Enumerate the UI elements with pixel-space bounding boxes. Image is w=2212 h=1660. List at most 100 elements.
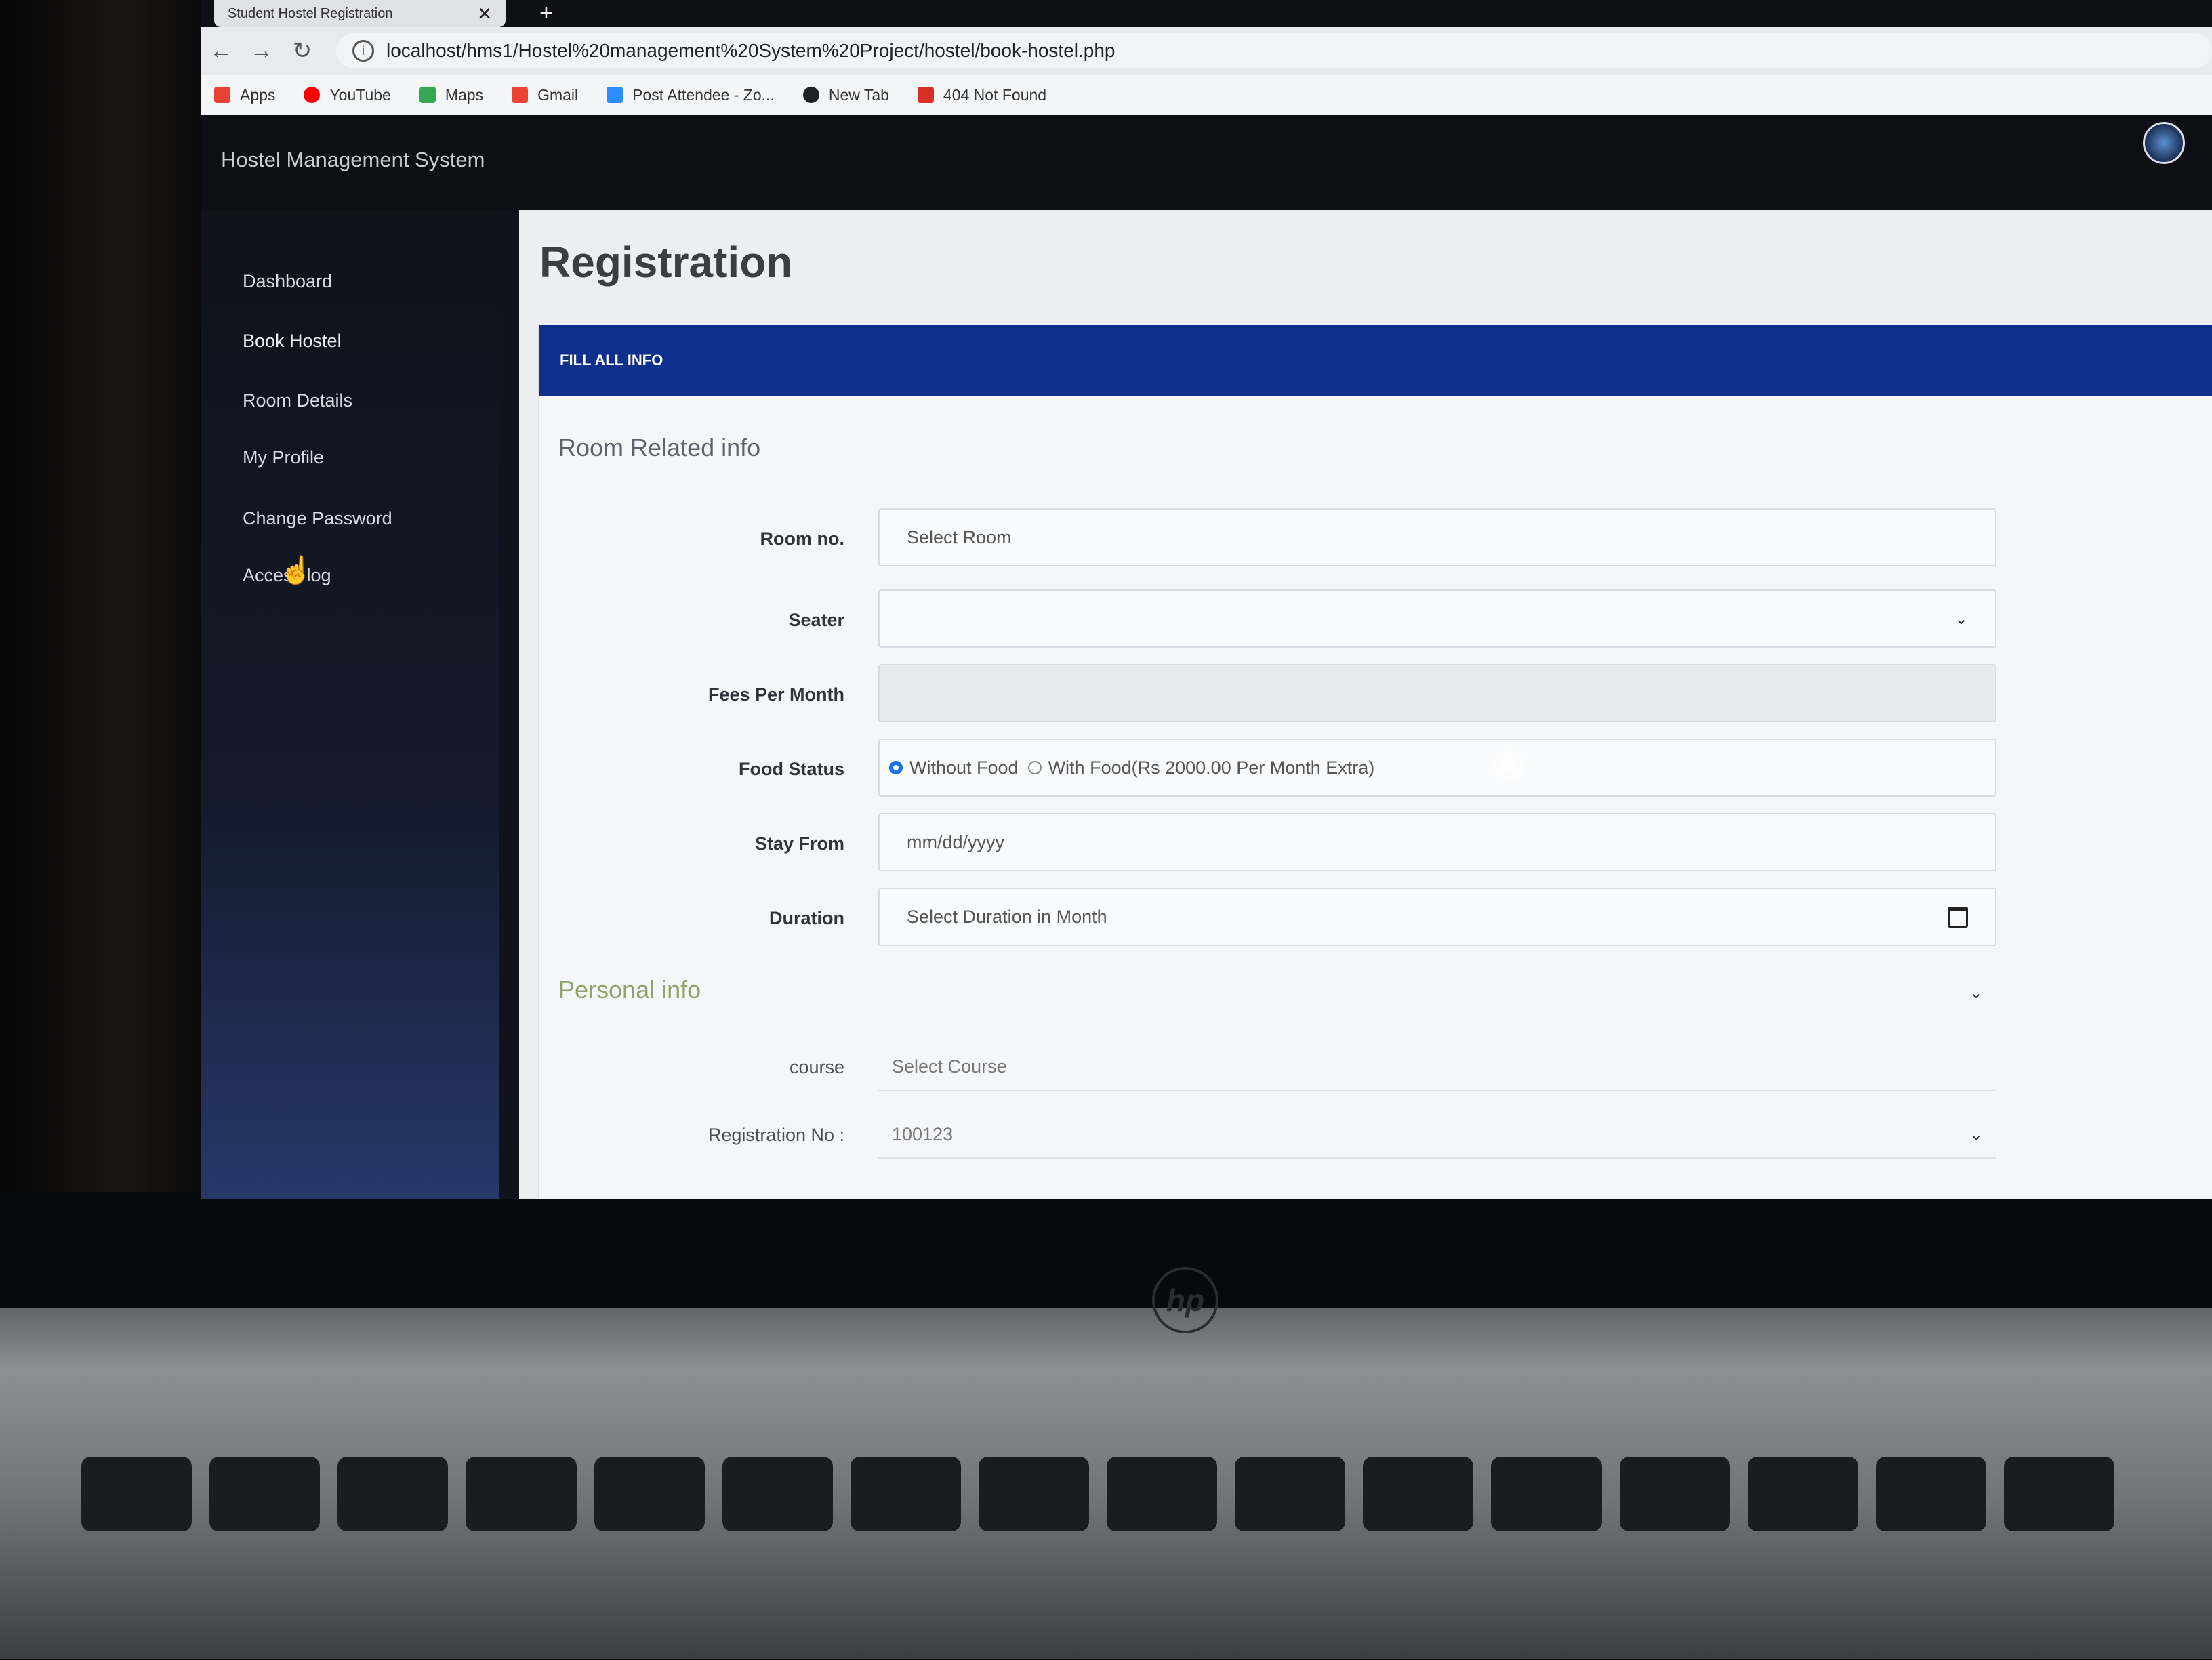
bookmark-gmail[interactable]: Gmail	[512, 86, 578, 104]
error-page-icon	[917, 87, 934, 103]
bookmark-zoom[interactable]: Post Attendee - Zo...	[607, 86, 775, 104]
bookmark-youtube[interactable]: YouTube	[304, 85, 391, 104]
with-food-option[interactable]: With Food(Rs 2000.00 Per Month Extra)	[1027, 757, 1375, 779]
panel-heading: FILL ALL INFO	[539, 325, 2212, 396]
course-label: course	[789, 1057, 844, 1077]
stay-from-label: Stay From	[754, 833, 844, 854]
stay-from-placeholder: mm/dd/yyyy	[907, 831, 1005, 852]
back-arrow-icon[interactable]: ←	[201, 38, 241, 64]
room-no-label: Room no.	[760, 528, 844, 549]
without-food-option[interactable]: Without Food	[889, 758, 1019, 779]
duration-value: Select Duration in Month	[907, 906, 1107, 927]
user-avatar[interactable]	[2143, 122, 2185, 164]
browser-toolbar: ← → ↻ i localhost/hms1/Hostel%20manageme…	[201, 27, 2212, 75]
key	[209, 1457, 321, 1531]
reg-no-label: Registration No :	[708, 1125, 844, 1145]
laptop-bezel-left	[0, 0, 203, 1287]
duration-label: Duration	[769, 908, 844, 928]
calendar-icon[interactable]	[1948, 906, 1968, 928]
apps-icon	[214, 87, 230, 103]
chevron-down-icon: ⌄	[1969, 1125, 1983, 1144]
with-food-radio[interactable]	[1027, 761, 1042, 774]
bookmarks-bar: Apps YouTube Maps Gmail Post Attendee - …	[201, 75, 2212, 115]
info-icon[interactable]: i	[352, 40, 374, 62]
key	[1747, 1457, 1858, 1531]
bookmark-label: Maps	[445, 85, 484, 104]
course-value: Select Course	[892, 1056, 1007, 1077]
room-section-title: Room Related info	[558, 434, 761, 461]
key	[1107, 1457, 1218, 1531]
maps-icon	[419, 87, 436, 103]
bookmark-label: Apps	[240, 85, 276, 104]
personal-chevron[interactable]: ⌄	[1929, 969, 1996, 1016]
key	[1491, 1457, 1602, 1531]
fees-input[interactable]	[878, 664, 1996, 722]
address-bar[interactable]: i localhost/hms1/Hostel%20management%20S…	[336, 33, 2212, 68]
without-food-label: Without Food	[909, 757, 1019, 778]
key	[1619, 1457, 1730, 1531]
personal-section-title: Personal info	[558, 976, 701, 1003]
sidebar-item-room-details[interactable]: Room Details	[243, 390, 352, 411]
laptop-hinge	[0, 1192, 2212, 1308]
course-select[interactable]: Select Course	[878, 1043, 1996, 1091]
food-status-group: Without Food With Food(Rs 2000.00 Per Mo…	[878, 739, 1996, 797]
reg-no-value: 100123	[892, 1123, 954, 1144]
reload-icon[interactable]: ↻	[282, 37, 323, 64]
room-no-value: Select Room	[907, 526, 1012, 547]
hand-cursor-icon: ☝	[279, 556, 313, 585]
sidebar-item-change-password[interactable]: Change Password	[243, 508, 392, 529]
bookmark-maps[interactable]: Maps	[419, 86, 483, 104]
sidebar-item-dashboard[interactable]: Dashboard	[243, 271, 332, 292]
chevron-down-icon: ⌄	[1954, 609, 1968, 628]
food-status-label: Food Status	[739, 759, 844, 779]
main-content: Registration FILL ALL INFO Room Related …	[519, 210, 2212, 1199]
stay-from-input[interactable]: mm/dd/yyyy	[878, 813, 1996, 871]
key	[2003, 1457, 2114, 1531]
fees-label: Fees Per Month	[708, 684, 844, 705]
sidebar: Dashboard Book Hostel Room Details My Pr…	[201, 210, 499, 1199]
bookmark-new-tab[interactable]: New Tab	[802, 85, 889, 104]
chevron-down-icon: ⌄	[1969, 983, 1983, 1002]
screen-glare	[1488, 745, 1529, 786]
browser-tab[interactable]: Student Hostel Registration ✕	[214, 0, 506, 27]
youtube-icon	[304, 87, 321, 103]
key	[722, 1457, 833, 1531]
key	[466, 1457, 577, 1531]
bookmark-label: 404 Not Found	[943, 85, 1047, 104]
reg-no-input[interactable]: 100123 ⌄	[878, 1111, 1996, 1159]
tab-title: Student Hostel Registration	[228, 5, 393, 21]
brand-title[interactable]: Hostel Management System	[221, 148, 485, 172]
with-food-label: With Food(Rs 2000.00 Per Month Extra)	[1048, 757, 1375, 778]
key	[1363, 1457, 1474, 1531]
screen: Student Hostel Registration ✕ + ← → ↻ i …	[201, 0, 2212, 1199]
seater-label: Seater	[788, 610, 844, 630]
globe-icon	[802, 87, 819, 103]
bookmark-404[interactable]: 404 Not Found	[917, 85, 1047, 104]
zoom-icon	[607, 87, 623, 103]
without-food-radio[interactable]	[889, 761, 903, 774]
key	[81, 1457, 192, 1531]
bookmark-label: Gmail	[537, 85, 579, 104]
url-text: localhost/hms1/Hostel%20management%20Sys…	[386, 40, 1115, 61]
duration-select[interactable]: Select Duration in Month	[878, 888, 1996, 946]
close-tab-icon[interactable]: ✕	[477, 3, 492, 24]
gmail-icon	[512, 87, 529, 103]
tab-strip: Student Hostel Registration ✕ +	[201, 0, 2212, 27]
key	[978, 1457, 1089, 1531]
bookmark-label: New Tab	[828, 85, 889, 104]
key	[850, 1457, 961, 1531]
hp-logo-icon: hp	[1152, 1267, 1218, 1333]
new-tab-button[interactable]: +	[539, 0, 553, 26]
bookmark-label: YouTube	[329, 85, 391, 104]
sidebar-item-book-hostel[interactable]: Book Hostel	[243, 331, 342, 352]
seater-select[interactable]: ⌄	[878, 589, 1996, 648]
keyboard	[81, 1457, 2114, 1660]
page-title: Registration	[539, 238, 793, 287]
bookmark-apps[interactable]: Apps	[214, 86, 275, 104]
sidebar-item-my-profile[interactable]: My Profile	[243, 447, 324, 468]
key	[594, 1457, 705, 1531]
forward-arrow-icon[interactable]: →	[241, 38, 282, 64]
registration-panel: FILL ALL INFO Room Related info Room no.…	[538, 325, 2212, 1199]
room-no-select[interactable]: Select Room	[878, 508, 1996, 566]
bookmark-label: Post Attendee - Zo...	[632, 85, 775, 104]
